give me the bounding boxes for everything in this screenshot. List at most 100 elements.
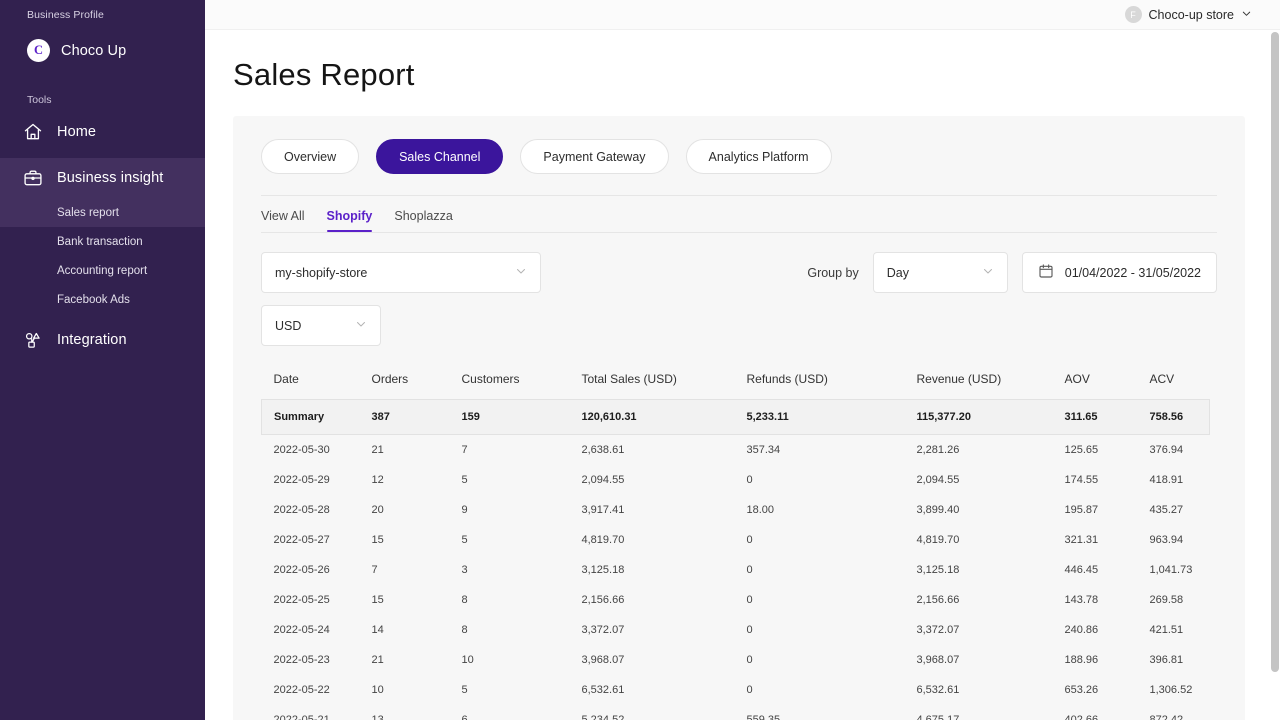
sidebar-subitem-bank-transaction[interactable]: Bank transaction <box>0 227 205 256</box>
summary-cell: 387 <box>372 400 462 435</box>
col-aov[interactable]: AOV <box>1065 366 1150 400</box>
table-cell-refunds-usd: 0 <box>747 675 917 705</box>
table-cell-refunds-usd: 18.00 <box>747 495 917 525</box>
table-row[interactable]: 2022-05-241483,372.0703,372.07240.86421.… <box>262 615 1210 645</box>
topbar: F Choco-up store <box>205 0 1280 30</box>
table-cell-customers: 5 <box>462 465 582 495</box>
page-title: Sales Report <box>205 30 1280 93</box>
table-row[interactable]: 2022-05-211365,234.52559.354,675.17402.6… <box>262 705 1210 720</box>
sidebar-item-integration[interactable]: Integration <box>0 320 205 360</box>
store-switcher[interactable]: F Choco-up store <box>1125 6 1252 24</box>
integration-icon <box>22 329 44 351</box>
table-cell-total-sales-usd: 4,819.70 <box>582 525 747 555</box>
table-cell-acv: 418.91 <box>1150 465 1210 495</box>
store-select-value: my-shopify-store <box>275 266 367 280</box>
table-cell-refunds-usd: 0 <box>747 555 917 585</box>
sidebar-section-label: Tools <box>0 62 205 106</box>
col-customers[interactable]: Customers <box>462 366 582 400</box>
table-cell-date: 2022-05-30 <box>262 435 372 466</box>
sidebar-item-label-home: Home <box>57 124 96 140</box>
table-cell-revenue-usd: 4,675.17 <box>917 705 1065 720</box>
table-cell-aov: 125.65 <box>1065 435 1150 466</box>
table-cell-aov: 195.87 <box>1065 495 1150 525</box>
col-refunds[interactable]: Refunds (USD) <box>747 366 917 400</box>
table-cell-aov: 321.31 <box>1065 525 1150 555</box>
col-total-sales[interactable]: Total Sales (USD) <box>582 366 747 400</box>
chevron-down-icon <box>515 265 527 280</box>
date-range-picker[interactable]: 01/04/2022 - 31/05/2022 <box>1022 252 1217 293</box>
chevron-down-icon <box>982 265 994 280</box>
table-cell-acv: 1,041.73 <box>1150 555 1210 585</box>
chevron-down-icon <box>355 318 367 333</box>
table-cell-aov: 240.86 <box>1065 615 1150 645</box>
col-revenue[interactable]: Revenue (USD) <box>917 366 1065 400</box>
choco-up-logo-icon: C <box>27 39 50 62</box>
home-icon <box>22 121 44 143</box>
currency-select[interactable]: USD <box>261 305 381 346</box>
summary-cell: 120,610.31 <box>582 400 747 435</box>
table-row[interactable]: 2022-05-271554,819.7004,819.70321.31963.… <box>262 525 1210 555</box>
group-by-select[interactable]: Day <box>873 252 1008 293</box>
table-cell-revenue-usd: 6,532.61 <box>917 675 1065 705</box>
col-date[interactable]: Date <box>262 366 372 400</box>
sales-table: Date Orders Customers Total Sales (USD) … <box>261 366 1210 720</box>
table-summary-row: Summary 387 159 120,610.31 5,233.11 115,… <box>262 400 1210 435</box>
table-cell-refunds-usd: 559.35 <box>747 705 917 720</box>
tab-overview[interactable]: Overview <box>261 139 359 174</box>
chevron-down-icon <box>1241 6 1252 24</box>
col-orders[interactable]: Orders <box>372 366 462 400</box>
store-select[interactable]: my-shopify-store <box>261 252 541 293</box>
sidebar-item-label-integration: Integration <box>57 332 127 348</box>
table-cell-aov: 446.45 <box>1065 555 1150 585</box>
table-row[interactable]: 2022-05-282093,917.4118.003,899.40195.87… <box>262 495 1210 525</box>
sidebar-item-business-insight[interactable]: Business insight <box>0 158 205 198</box>
sidebar: Business Profile C Choco Up Tools Home <box>0 0 205 720</box>
subtab-shopify[interactable]: Shopify <box>327 209 373 232</box>
table-row[interactable]: 2022-05-251582,156.6602,156.66143.78269.… <box>262 585 1210 615</box>
scrollbar-thumb[interactable] <box>1271 32 1279 672</box>
table-row[interactable]: 2022-05-302172,638.61357.342,281.26125.6… <box>262 435 1210 466</box>
date-range-value: 01/04/2022 - 31/05/2022 <box>1065 266 1201 280</box>
table-cell-revenue-usd: 3,372.07 <box>917 615 1065 645</box>
table-cell-orders: 14 <box>372 615 462 645</box>
subtab-view-all[interactable]: View All <box>261 209 305 232</box>
table-cell-date: 2022-05-26 <box>262 555 372 585</box>
business-profile-label: Business Profile <box>0 0 205 21</box>
sidebar-item-home[interactable]: Home <box>0 112 205 152</box>
summary-cell: 159 <box>462 400 582 435</box>
table-cell-customers: 5 <box>462 675 582 705</box>
table-cell-refunds-usd: 0 <box>747 465 917 495</box>
table-cell-revenue-usd: 2,156.66 <box>917 585 1065 615</box>
table-cell-aov: 188.96 <box>1065 645 1150 675</box>
summary-cell: 5,233.11 <box>747 400 917 435</box>
table-row[interactable]: 2022-05-2321103,968.0703,968.07188.96396… <box>262 645 1210 675</box>
brand[interactable]: C Choco Up <box>0 21 205 62</box>
table-cell-orders: 10 <box>372 675 462 705</box>
sales-table-wrap: Date Orders Customers Total Sales (USD) … <box>261 366 1210 720</box>
sidebar-subitem-sales-report[interactable]: Sales report <box>0 198 205 227</box>
table-cell-total-sales-usd: 3,968.07 <box>582 645 747 675</box>
table-row[interactable]: 2022-05-26733,125.1803,125.18446.451,041… <box>262 555 1210 585</box>
table-row[interactable]: 2022-05-221056,532.6106,532.61653.261,30… <box>262 675 1210 705</box>
table-cell-date: 2022-05-24 <box>262 615 372 645</box>
table-cell-revenue-usd: 3,968.07 <box>917 645 1065 675</box>
table-cell-date: 2022-05-28 <box>262 495 372 525</box>
report-card: Overview Sales Channel Payment Gateway A… <box>233 116 1245 720</box>
sidebar-subitem-facebook-ads[interactable]: Facebook Ads <box>0 285 205 314</box>
sidebar-item-label-business-insight: Business insight <box>57 170 163 186</box>
tab-payment-gateway[interactable]: Payment Gateway <box>520 139 668 174</box>
tab-analytics-platform[interactable]: Analytics Platform <box>686 139 832 174</box>
vertical-scrollbar[interactable] <box>1271 32 1279 720</box>
table-cell-date: 2022-05-27 <box>262 525 372 555</box>
table-row[interactable]: 2022-05-291252,094.5502,094.55174.55418.… <box>262 465 1210 495</box>
col-acv[interactable]: ACV <box>1150 366 1210 400</box>
table-cell-refunds-usd: 357.34 <box>747 435 917 466</box>
tab-sales-channel[interactable]: Sales Channel <box>376 139 503 174</box>
subtab-shoplazza[interactable]: Shoplazza <box>394 209 452 232</box>
table-cell-acv: 435.27 <box>1150 495 1210 525</box>
table-cell-orders: 20 <box>372 495 462 525</box>
table-cell-acv: 396.81 <box>1150 645 1210 675</box>
table-cell-date: 2022-05-29 <box>262 465 372 495</box>
sidebar-subitem-accounting-report[interactable]: Accounting report <box>0 256 205 285</box>
source-subtabs: View All Shopify Shoplazza <box>233 196 1245 232</box>
